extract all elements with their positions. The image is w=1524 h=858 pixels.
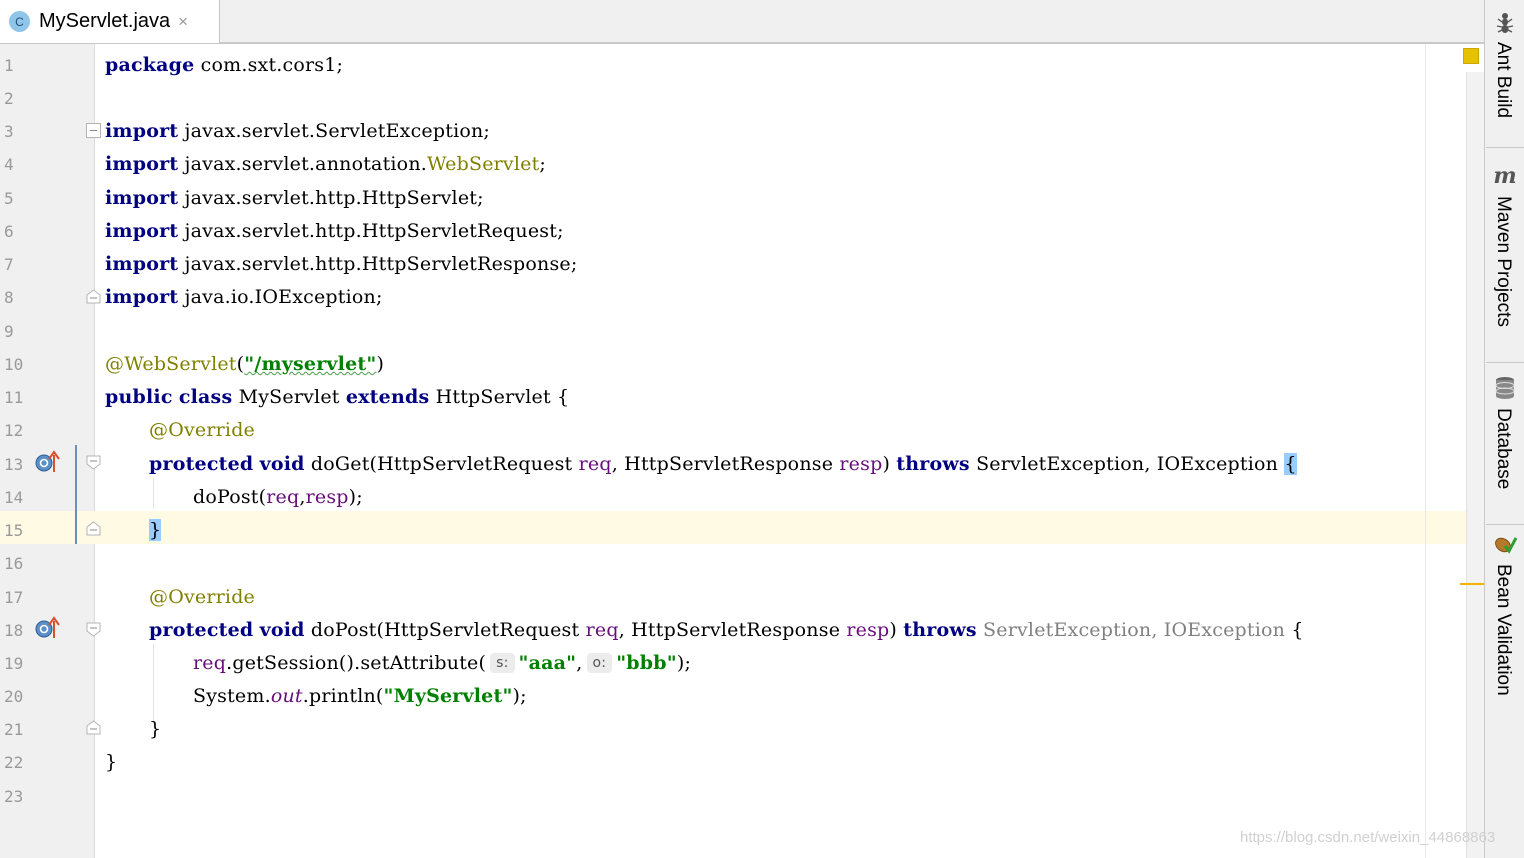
parameter-hint: s: [490, 653, 515, 673]
line-content[interactable]: @Override [149, 586, 255, 608]
code-line: 9 [0, 314, 1484, 347]
line-content[interactable]: @WebServlet("/myservlet") [105, 353, 384, 375]
code-line: 18 protected void doPost(HttpServletRequ… [0, 613, 1484, 646]
code-line: 21 } [0, 712, 1484, 745]
code-line: 7 import javax.servlet.http.HttpServletR… [0, 247, 1484, 280]
line-content[interactable]: } [149, 718, 161, 740]
tool-window-database[interactable]: Database [1485, 372, 1524, 522]
override-method-icon[interactable] [34, 616, 62, 640]
code-line: 17 @Override [0, 580, 1484, 613]
code-line: 11 public class MyServlet extends HttpSe… [0, 380, 1484, 413]
line-number: 19 [4, 654, 24, 673]
line-number: 12 [4, 421, 24, 440]
tool-window-label: Maven Projects [1493, 196, 1514, 327]
tool-window-bean-validation[interactable]: Bean Validation [1485, 530, 1524, 720]
code-line: 19 req.getSession().setAttribute(s: "aaa"… [0, 646, 1484, 679]
line-content[interactable]: } [149, 519, 162, 541]
code-line: 10 @WebServlet("/myservlet") [0, 347, 1484, 380]
line-number: 21 [4, 720, 24, 739]
line-number: 16 [4, 554, 24, 573]
maven-icon: m [1493, 163, 1517, 189]
code-line: 2 [0, 81, 1484, 114]
tab-myservlet-java[interactable]: C MyServlet.java × [0, 0, 220, 43]
ant-icon [1493, 10, 1517, 34]
line-number: 10 [4, 355, 24, 374]
line-number: 20 [4, 687, 24, 706]
line-content[interactable]: System.out.println("MyServlet"); [193, 685, 527, 707]
watermark: https://blog.csdn.net/weixin_44868863 [1240, 829, 1496, 846]
code-line: 22 } [0, 745, 1484, 778]
code-line: 8 import java.io.IOException; [0, 280, 1484, 313]
code-line: 1 package com.sxt.cors1; [0, 48, 1484, 81]
line-number: 7 [4, 255, 14, 274]
tool-window-maven-projects[interactable]: m Maven Projects [1485, 160, 1524, 360]
code-line: 6 import javax.servlet.http.HttpServletR… [0, 214, 1484, 247]
code-line: 4 import javax.servlet.annotation.WebSer… [0, 147, 1484, 180]
parameter-hint: o: [586, 653, 613, 673]
line-content[interactable]: req.getSession().setAttribute(s: "aaa", o:… [193, 652, 691, 674]
divider [1486, 362, 1524, 363]
line-content[interactable]: import javax.servlet.annotation.WebServl… [105, 153, 546, 175]
code-line: 12 @Override [0, 413, 1484, 446]
code-line: 15 } [0, 513, 1484, 546]
java-class-icon: C [9, 11, 30, 32]
divider [1486, 524, 1524, 525]
line-content[interactable]: protected void doPost(HttpServletRequest… [149, 619, 1304, 641]
line-content[interactable]: @Override [149, 419, 255, 441]
code-line: 16 [0, 546, 1484, 579]
code-line: 5 import javax.servlet.http.HttpServlet; [0, 181, 1484, 214]
bean-validation-icon [1493, 532, 1517, 556]
tool-window-ant-build[interactable]: Ant Build [1485, 8, 1524, 143]
line-content[interactable]: import javax.servlet.ServletException; [105, 120, 490, 142]
code-line: 3 import javax.servlet.ServletException; [0, 114, 1484, 147]
tool-window-label: Ant Build [1493, 42, 1514, 119]
code-line: 14 doPost(req,resp); [0, 480, 1484, 513]
fold-collapse-icon[interactable] [86, 455, 101, 470]
vertical-scrollbar[interactable] [1466, 72, 1485, 858]
line-number: 17 [4, 588, 24, 607]
line-number: 9 [4, 322, 14, 341]
code-line: 20 System.out.println("MyServlet"); [0, 679, 1484, 712]
divider [1486, 147, 1524, 148]
line-content[interactable]: package com.sxt.cors1; [105, 54, 343, 76]
line-number: 6 [4, 222, 14, 241]
code-line: 13 protected void doGet(HttpServletReque… [0, 447, 1484, 480]
database-icon [1493, 376, 1517, 400]
fold-collapse-icon[interactable] [86, 123, 101, 138]
line-number: 4 [4, 155, 14, 174]
line-content[interactable]: import javax.servlet.http.HttpServlet; [105, 187, 484, 209]
fold-end-icon[interactable] [86, 289, 101, 304]
fold-collapse-icon[interactable] [86, 622, 101, 637]
tool-window-label: Bean Validation [1493, 564, 1514, 696]
close-icon[interactable]: × [178, 12, 188, 32]
line-content[interactable]: import javax.servlet.http.HttpServletRes… [105, 253, 577, 275]
line-number: 11 [4, 388, 24, 407]
line-number: 2 [4, 89, 14, 108]
editor-tab-bar: C MyServlet.java × [0, 0, 1484, 44]
line-content[interactable]: import javax.servlet.http.HttpServletReq… [105, 220, 564, 242]
tab-label: MyServlet.java [39, 10, 171, 32]
line-content[interactable]: } [105, 751, 117, 773]
override-method-icon[interactable] [34, 450, 62, 474]
right-tool-window-bar: Ant Build m Maven Projects Database Bean… [1484, 0, 1524, 858]
line-number: 8 [4, 288, 14, 307]
line-number: 1 [4, 56, 14, 75]
line-content[interactable]: public class MyServlet extends HttpServl… [105, 386, 569, 408]
tool-window-label: Database [1493, 408, 1514, 490]
fold-end-icon[interactable] [86, 521, 101, 536]
line-number: 14 [4, 488, 24, 507]
line-number: 23 [4, 787, 24, 806]
line-content[interactable]: import java.io.IOException; [105, 286, 383, 308]
inspection-status-icon[interactable] [1463, 48, 1479, 64]
line-content[interactable]: doPost(req,resp); [193, 486, 363, 508]
code-line: 23 [0, 779, 1484, 812]
line-number: 3 [4, 122, 14, 141]
fold-end-icon[interactable] [86, 720, 101, 735]
line-content[interactable]: protected void doGet(HttpServletRequest … [149, 453, 1297, 475]
line-number: 15 [4, 521, 24, 540]
line-number: 22 [4, 753, 24, 772]
warning-marker[interactable] [1460, 583, 1484, 585]
line-number: 5 [4, 189, 14, 208]
